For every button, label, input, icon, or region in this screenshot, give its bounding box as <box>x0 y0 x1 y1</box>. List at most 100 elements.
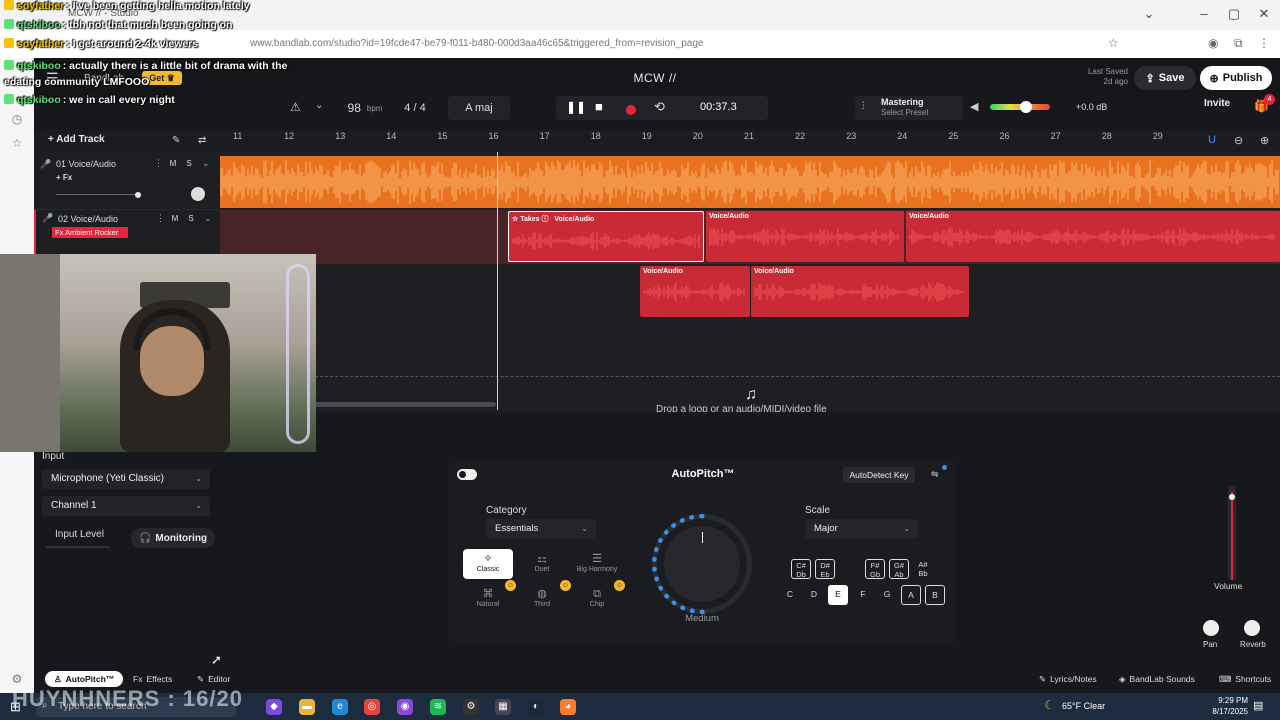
horizontal-scrollbar[interactable] <box>310 402 496 407</box>
key-display[interactable]: A maj <box>448 96 510 120</box>
track-pan-knob[interactable] <box>191 187 205 201</box>
track-header-1[interactable]: 🎤 01 Voice/Audio ⋮ M S ⌄ + Fx <box>34 156 220 210</box>
autodetect-key-button[interactable]: AutoDetect Key <box>843 467 915 483</box>
track-volume-slider[interactable] <box>56 194 138 195</box>
pencil-tool-icon[interactable]: ✎ <box>172 135 180 146</box>
url-text[interactable]: www.bandlab.com/studio?id=19fcde47-be79-… <box>250 38 703 49</box>
audio-region[interactable]: Voice/Audio <box>640 266 750 317</box>
tempo-display[interactable]: 98 bpm <box>338 96 392 120</box>
preset-third[interactable]: ◍ Third <box>517 584 567 614</box>
key-button-d[interactable]: D <box>804 585 824 605</box>
key-button-sharp[interactable]: C# Db <box>791 559 811 579</box>
maximize-icon[interactable]: ▢ <box>1219 6 1249 22</box>
key-button-sharp[interactable]: F# Gb <box>865 559 885 579</box>
tab-bandlab-sounds[interactable]: ◈ BandLab Sounds <box>1110 671 1204 687</box>
add-fx-button[interactable]: + Fx <box>56 173 72 182</box>
edge-icon[interactable]: e <box>332 699 348 715</box>
spotify-icon[interactable]: ≋ <box>430 699 446 715</box>
tab-editor[interactable]: ✎ Editor <box>188 671 239 687</box>
category-select[interactable]: Essentials ⌄ <box>486 519 596 539</box>
loop-icon[interactable]: ⟲ <box>654 99 665 115</box>
extensions-icon[interactable]: ⧉ <box>1234 36 1243 51</box>
playhead[interactable] <box>497 152 498 410</box>
chevron-down-icon[interactable]: ⌄ <box>202 158 210 169</box>
close-icon[interactable]: ✕ <box>1249 6 1279 22</box>
key-button-sharp[interactable]: G# Ab <box>889 559 909 579</box>
mute-button[interactable]: M <box>166 158 180 170</box>
profile-icon[interactable]: ◉ <box>1208 36 1218 50</box>
master-volume-handle[interactable] <box>1020 101 1032 113</box>
project-title[interactable]: MCW // <box>590 71 720 85</box>
key-button-f[interactable]: F <box>853 585 873 605</box>
minimize-icon[interactable]: – <box>1189 6 1219 21</box>
publish-button[interactable]: ⊕ Publish <box>1200 66 1272 90</box>
steam-icon[interactable]: ◐ <box>528 699 544 715</box>
track-name[interactable]: 01 Voice/Audio <box>56 159 116 169</box>
key-button-sharp[interactable]: A# Bb <box>913 559 933 579</box>
preset-classic[interactable]: ✧ Classic <box>463 549 513 579</box>
settings-icon[interactable]: ⚙ <box>10 672 24 686</box>
app-icon[interactable]: ▦ <box>495 699 511 715</box>
key-button-b[interactable]: B <box>925 585 945 605</box>
track-more-icon[interactable]: ⋮ <box>156 213 165 224</box>
key-button-c[interactable]: C <box>780 585 800 605</box>
time-signature[interactable]: 4 / 4 <box>396 96 434 120</box>
menu-icon[interactable]: ⋮ <box>1258 36 1270 50</box>
speaker-mute-icon[interactable]: ◀ <box>970 100 978 113</box>
firefox-icon[interactable]: ◕ <box>560 699 576 715</box>
tab-shortcuts[interactable]: ⌨ Shortcuts <box>1210 671 1280 687</box>
tab-list-icon[interactable]: ⌄ <box>1134 6 1164 22</box>
key-button-a[interactable]: A <box>901 585 921 605</box>
pause-icon[interactable]: ❚❚ <box>566 100 586 114</box>
stop-icon[interactable]: ■ <box>595 99 603 114</box>
key-button-e[interactable]: E <box>828 585 848 605</box>
save-button[interactable]: ⇪ Save <box>1134 66 1196 90</box>
solo-button[interactable]: S <box>184 213 198 225</box>
add-track-button[interactable]: + Add Track <box>48 134 105 145</box>
history-icon[interactable]: ◷ <box>10 112 24 126</box>
monitoring-button[interactable]: 🎧 Monitoring <box>131 528 215 548</box>
autopitch-settings-icon[interactable]: ⇋ <box>931 469 939 480</box>
snap-magnet-icon[interactable]: U <box>1208 134 1216 146</box>
track-name[interactable]: 02 Voice/Audio <box>58 214 118 224</box>
bookmark-star-icon[interactable]: ☆ <box>1108 36 1119 50</box>
audio-region-track-1[interactable] <box>220 156 1280 208</box>
input-device-select[interactable]: Microphone (Yeti Classic) ⌄ <box>42 469 210 489</box>
audio-region[interactable]: Voice/Audio <box>751 266 969 317</box>
audio-region[interactable]: Voice/Audio <box>706 211 904 262</box>
audio-region-takes[interactable]: ☆ Takes ⓘ Voice/Audio <box>508 211 704 262</box>
chevron-down-icon[interactable]: ⌄ <box>204 213 212 224</box>
fx-chain-badge[interactable]: Fx Ambient Rocker <box>52 227 128 238</box>
chevron-down-icon[interactable]: ⌄ <box>315 100 323 111</box>
volume-fader-handle[interactable] <box>1229 494 1235 500</box>
chrome-icon[interactable]: ◎ <box>364 699 380 715</box>
input-channel-select[interactable]: Channel 1 ⌄ <box>42 496 210 516</box>
key-button-g[interactable]: G <box>877 585 897 605</box>
copilot-icon[interactable]: ◆ <box>266 699 282 715</box>
mute-button[interactable]: M <box>168 213 182 225</box>
obs-icon[interactable]: ◉ <box>397 699 413 715</box>
preset-big-harmony[interactable]: ☰ Big Harmony <box>572 549 622 579</box>
pan-knob[interactable] <box>1203 620 1219 636</box>
zoom-out-icon[interactable]: ⊖ <box>1234 134 1243 147</box>
track-volume-handle[interactable] <box>135 192 141 198</box>
scale-select[interactable]: Major ⌄ <box>805 519 918 539</box>
audio-region[interactable]: Voice/Audio <box>906 211 1280 262</box>
file-explorer-icon[interactable]: ▬ <box>299 699 315 715</box>
tab-autopitch[interactable]: ♙ AutoPitch™ <box>45 671 124 687</box>
system-clock[interactable]: 9:29 PM 8/17/2025 <box>1198 695 1248 717</box>
tab-lyrics[interactable]: ✎ Lyrics/Notes <box>1030 671 1106 687</box>
invite-button[interactable]: Invite <box>1204 98 1230 109</box>
favorites-icon[interactable]: ☆ <box>10 136 24 150</box>
track-more-icon[interactable]: ⋮ <box>154 158 163 169</box>
tab-effects[interactable]: Fx Effects <box>124 671 181 687</box>
record-icon[interactable] <box>626 102 636 120</box>
preset-duet[interactable]: ⚏ Duet <box>517 549 567 579</box>
key-button-sharp[interactable]: D# Eb <box>815 559 835 579</box>
solo-button[interactable]: S <box>182 158 196 170</box>
weather-readout[interactable]: 65°F Clear <box>1062 701 1105 711</box>
chatgpt-icon[interactable]: ⚙ <box>463 699 479 715</box>
metronome-icon[interactable]: ⚠ <box>290 100 301 114</box>
notification-center-icon[interactable]: ▤ <box>1253 699 1263 712</box>
reverb-knob[interactable] <box>1244 620 1260 636</box>
